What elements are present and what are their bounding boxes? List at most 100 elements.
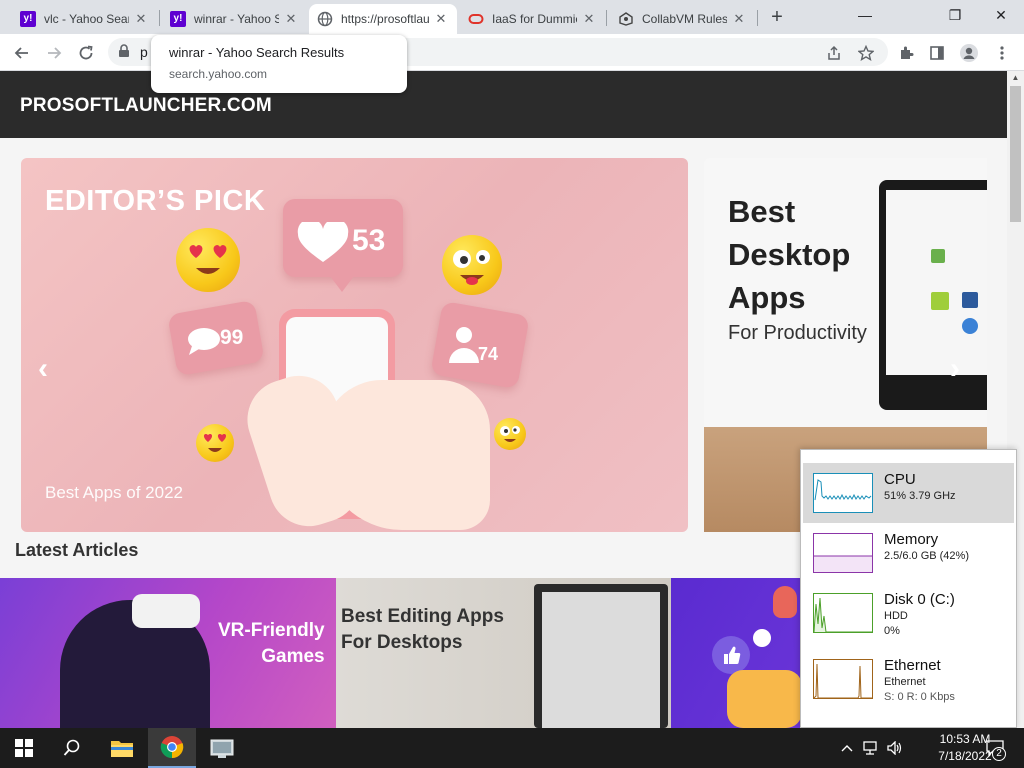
balloon-icon <box>773 586 797 618</box>
share-icon[interactable] <box>822 41 846 65</box>
maximize-button[interactable]: ❐ <box>932 0 978 30</box>
article-title: VR-Friendly Games <box>218 618 325 670</box>
lock-icon[interactable] <box>118 44 130 63</box>
yahoo-icon: y! <box>20 11 36 27</box>
forward-icon[interactable] <box>42 41 66 65</box>
app-icon <box>962 318 978 334</box>
comments-count: 99 <box>220 326 244 349</box>
monitor-screen <box>886 190 987 375</box>
tab-separator <box>159 10 160 26</box>
tab-winrar[interactable]: y! winrar - Yahoo Search Results ✕ <box>162 4 307 34</box>
followers-count: 74 <box>478 344 499 364</box>
tab-collabvm[interactable]: CollabVM Rules ✕ <box>610 4 755 34</box>
article-title-line: Games <box>261 646 325 667</box>
menu-kebab-icon[interactable] <box>990 41 1014 65</box>
tab-title: IaaS for Dummies <box>492 12 577 26</box>
disk-graph <box>813 593 873 633</box>
article-title: Best Editing Apps For Desktops <box>341 604 504 656</box>
close-tab-icon[interactable]: ✕ <box>283 11 299 27</box>
extensions-icon[interactable] <box>894 41 918 65</box>
search-icon[interactable] <box>48 728 96 768</box>
perf-item-detail: Ethernet <box>884 676 926 688</box>
scroll-up-arrow-icon[interactable]: ▲ <box>1007 71 1024 85</box>
tab-title: CollabVM Rules <box>642 12 727 26</box>
heart-badge-icon <box>753 629 771 647</box>
perf-item-detail: 2.5/6.0 GB (42%) <box>884 550 969 562</box>
slide-subtitle: Best Apps of 2022 <box>45 483 183 502</box>
close-tab-icon[interactable]: ✕ <box>581 11 597 27</box>
slide-title-line: Desktop <box>728 237 851 272</box>
chevron-up-icon[interactable] <box>838 728 856 768</box>
back-icon[interactable] <box>10 41 34 65</box>
perf-item-detail: 0% <box>884 625 900 637</box>
gamepad-icon <box>727 670 802 728</box>
volume-icon[interactable] <box>885 728 905 768</box>
bookmark-star-icon[interactable] <box>854 41 878 65</box>
tab-title: winrar - Yahoo Search Results <box>194 12 279 26</box>
slide-title: EDITOR’S PICK <box>45 185 266 217</box>
perf-item-detail: HDD <box>884 610 908 622</box>
tab-hover-tooltip: winrar - Yahoo Search Results search.yah… <box>151 35 407 93</box>
app-taskbar-icon[interactable] <box>198 728 246 768</box>
article-title-line: Best Editing Apps <box>341 606 504 627</box>
article-title-line: For Desktops <box>341 632 463 653</box>
perf-item-detail: 51% 3.79 GHz <box>884 490 956 502</box>
perf-item-detail: S: 0 R: 0 Kbps <box>884 691 955 703</box>
perf-item-name: Memory <box>884 531 939 548</box>
oracle-icon <box>468 11 484 27</box>
heart-eyes-emoji-small-icon <box>196 424 234 462</box>
close-tab-icon[interactable]: ✕ <box>133 11 149 27</box>
close-tab-icon[interactable]: ✕ <box>731 11 747 27</box>
likes-count: 53 <box>352 224 386 257</box>
start-button[interactable] <box>0 728 48 768</box>
side-panel-icon[interactable] <box>925 41 949 65</box>
carousel-prev-arrow[interactable]: ‹ <box>38 352 48 386</box>
tab-title: https://prosoftlauncher.com <box>341 12 429 26</box>
tab-prosoftlauncher[interactable]: https://prosoftlauncher.com ✕ <box>309 4 457 34</box>
tooltip-url: search.yahoo.com <box>169 67 268 81</box>
site-logo[interactable]: PROSOFTLAUNCHER.COM <box>20 95 272 117</box>
tab-separator <box>757 10 758 26</box>
app-icon <box>962 292 978 308</box>
right-hand-illustration <box>322 380 490 530</box>
perf-item-name: CPU <box>884 471 916 488</box>
minimize-button[interactable]: — <box>842 0 888 30</box>
tab-vlc[interactable]: y! vlc - Yahoo Search Results ✕ <box>12 4 157 34</box>
heart-icon <box>296 218 350 269</box>
scrollbar-thumb[interactable] <box>1010 86 1021 222</box>
tab-separator <box>606 10 607 26</box>
app-icon <box>931 292 949 310</box>
article-title-line: VR-Friendly <box>218 620 325 641</box>
crazy-face-emoji-icon <box>442 235 502 295</box>
collabvm-icon <box>618 11 634 27</box>
slide-title: Best Desktop Apps <box>728 190 850 319</box>
crazy-face-emoji-small-icon <box>494 418 526 450</box>
close-tab-icon[interactable]: ✕ <box>433 11 449 27</box>
vr-headset-illustration <box>132 594 200 628</box>
carousel-next-arrow[interactable]: › <box>950 352 960 386</box>
perf-item-name: Disk 0 (C:) <box>884 591 955 608</box>
notification-badge: 2 <box>992 747 1006 761</box>
thumbs-up-icon <box>712 636 750 674</box>
cpu-graph <box>813 473 873 513</box>
memory-graph <box>813 533 873 573</box>
chrome-taskbar-icon[interactable] <box>148 728 196 768</box>
reload-icon[interactable] <box>74 41 98 65</box>
file-explorer-icon[interactable] <box>98 728 146 768</box>
bubble-tail <box>330 276 354 292</box>
profile-avatar-icon[interactable] <box>957 41 981 65</box>
comment-icon <box>186 326 222 361</box>
tooltip-title: winrar - Yahoo Search Results <box>169 45 345 60</box>
tab-iaas[interactable]: IaaS for Dummies ✕ <box>460 4 605 34</box>
laptop-screen <box>542 592 660 728</box>
perf-item-name: Ethernet <box>884 657 941 674</box>
slide-title-line: Apps <box>728 280 806 315</box>
address-text: p <box>140 44 148 60</box>
network-icon[interactable] <box>861 728 881 768</box>
tab-title: vlc - Yahoo Search Results <box>44 12 129 26</box>
new-tab-button[interactable]: + <box>765 4 789 30</box>
person-icon <box>447 325 481 370</box>
ethernet-graph <box>813 659 873 699</box>
close-window-button[interactable]: ✕ <box>978 0 1024 30</box>
section-heading: Latest Articles <box>15 540 139 560</box>
